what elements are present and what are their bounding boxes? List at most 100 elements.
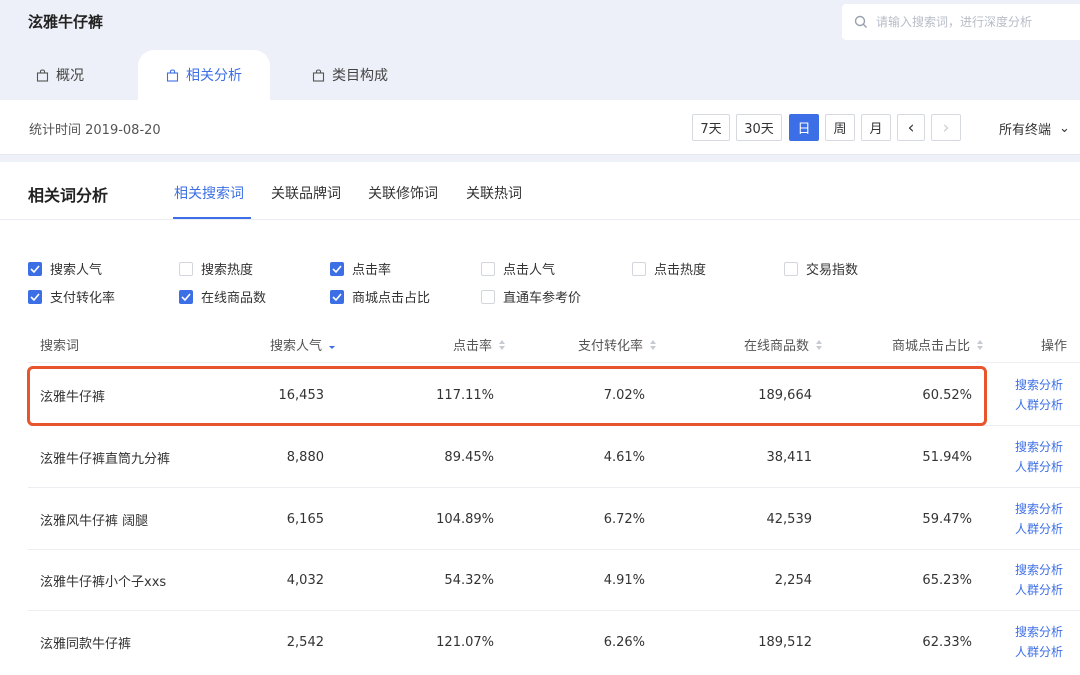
metric-label: 点击人气 xyxy=(503,263,556,278)
metric-checkbox[interactable]: 搜索热度 xyxy=(179,259,253,278)
search-analysis-link[interactable]: 搜索分析 xyxy=(1015,501,1063,518)
crowd-analysis-link[interactable]: 人群分析 xyxy=(1015,582,1063,599)
subtab-brand-words[interactable]: 关联品牌词 xyxy=(271,183,341,203)
divider xyxy=(0,219,1080,220)
sort-icon xyxy=(977,339,984,350)
range-30-days-button[interactable]: 30天 xyxy=(736,114,782,141)
subtab-hot-words[interactable]: 关联热词 xyxy=(466,183,522,203)
crowd-analysis-link[interactable]: 人群分析 xyxy=(1015,521,1063,538)
search-input[interactable] xyxy=(876,15,1076,29)
bag-icon xyxy=(166,68,179,82)
tab-overview[interactable]: 概况 xyxy=(36,50,84,100)
cell-popularity: 4,032 xyxy=(286,572,324,588)
terminal-select[interactable]: 所有终端 ⌄ xyxy=(999,119,1070,138)
sort-icon xyxy=(816,339,823,350)
metric-label: 点击率 xyxy=(352,263,392,278)
divider xyxy=(28,362,1080,363)
month-button[interactable]: 月 xyxy=(861,114,891,141)
week-button[interactable]: 周 xyxy=(825,114,855,141)
sort-icon xyxy=(650,339,657,350)
tab-label: 类目构成 xyxy=(332,68,388,84)
metric-label: 点击热度 xyxy=(654,263,707,278)
terminal-label: 所有终端 xyxy=(999,123,1052,138)
search-analysis-link[interactable]: 搜索分析 xyxy=(1015,377,1063,394)
column-header-popularity[interactable]: 搜索人气 xyxy=(270,335,336,354)
table-row: 泫雅牛仔裤 16,453 117.11% 7.02% 189,664 60.52… xyxy=(28,364,1080,426)
checkbox-checked-icon xyxy=(28,261,42,276)
cell-online-items: 189,664 xyxy=(758,387,812,403)
checkbox-empty-icon xyxy=(784,261,798,276)
search-analysis-link[interactable]: 搜索分析 xyxy=(1015,562,1063,579)
checkbox-empty-icon xyxy=(481,289,495,304)
stat-time: 统计时间 2019-08-20 xyxy=(29,123,161,138)
cell-ctr: 121.07% xyxy=(436,634,494,650)
column-header-mall-ratio[interactable]: 商城点击占比 xyxy=(892,335,984,354)
checkbox-empty-icon xyxy=(632,261,646,276)
row-actions: 搜索分析 人群分析 xyxy=(1015,488,1063,550)
cell-mall-ratio: 59.47% xyxy=(922,511,972,527)
cell-term: 泫雅牛仔裤直筒九分裤 xyxy=(40,451,171,467)
metric-checkbox[interactable]: 搜索人气 xyxy=(28,259,102,278)
metric-checkbox[interactable]: 商城点击占比 xyxy=(330,287,430,306)
cell-ctr: 117.11% xyxy=(436,387,494,403)
metric-label: 搜索热度 xyxy=(201,263,254,278)
subtab-related-search-words[interactable]: 相关搜索词 xyxy=(174,183,244,203)
day-button[interactable]: 日 xyxy=(789,114,819,141)
cell-term: 泫雅同款牛仔裤 xyxy=(40,636,132,652)
metric-checkbox[interactable]: 点击人气 xyxy=(481,259,555,278)
crowd-analysis-link[interactable]: 人群分析 xyxy=(1015,397,1063,414)
date-toolbar: 统计时间 2019-08-20 7天 30天 日 周 月 ‹ › 所有终端 ⌄ xyxy=(0,100,1080,155)
tab-related-analysis[interactable]: 相关分析 xyxy=(138,50,270,100)
table-row: 泫雅同款牛仔裤 2,542 121.07% 6.26% 189,512 62.3… xyxy=(28,611,1080,673)
crowd-analysis-link[interactable]: 人群分析 xyxy=(1015,644,1063,661)
cell-term: 泫雅风牛仔裤 阔腿 xyxy=(40,513,149,529)
search-analysis-link[interactable]: 搜索分析 xyxy=(1015,439,1063,456)
metric-checkbox[interactable]: 交易指数 xyxy=(784,259,858,278)
page-title: 泫雅牛仔裤 xyxy=(28,13,104,31)
cell-online-items: 38,411 xyxy=(766,449,813,465)
metric-checkbox[interactable]: 点击率 xyxy=(330,259,391,278)
search-analysis-link[interactable]: 搜索分析 xyxy=(1015,624,1063,641)
metric-checkbox[interactable]: 点击热度 xyxy=(632,259,706,278)
next-date-button[interactable]: › xyxy=(931,114,961,141)
row-actions: 搜索分析 人群分析 xyxy=(1015,364,1063,426)
tab-label: 概况 xyxy=(56,68,84,84)
search-icon xyxy=(854,15,867,28)
subtab-modifier-words[interactable]: 关联修饰词 xyxy=(368,183,438,203)
checkbox-checked-icon xyxy=(330,289,344,304)
chevron-down-icon: ⌄ xyxy=(1059,121,1070,136)
column-header-online-items[interactable]: 在线商品数 xyxy=(744,335,823,354)
checkbox-empty-icon xyxy=(179,261,193,276)
bag-icon xyxy=(312,68,325,82)
cell-online-items: 42,539 xyxy=(766,511,813,527)
crowd-analysis-link[interactable]: 人群分析 xyxy=(1015,459,1063,476)
table-row: 泫雅牛仔裤直筒九分裤 8,880 89.45% 4.61% 38,411 51.… xyxy=(28,426,1080,488)
column-header-ctr[interactable]: 点击率 xyxy=(453,335,506,354)
column-header-term: 搜索词 xyxy=(40,339,80,354)
cell-popularity: 2,542 xyxy=(286,634,324,650)
column-header-actions: 操作 xyxy=(1041,339,1068,354)
row-actions: 搜索分析 人群分析 xyxy=(1015,611,1063,673)
cell-ctr: 104.89% xyxy=(436,511,494,527)
sort-icon xyxy=(499,339,506,350)
metric-checkbox[interactable]: 在线商品数 xyxy=(179,287,266,306)
bag-icon xyxy=(36,68,49,82)
metric-label: 交易指数 xyxy=(806,263,859,278)
cell-conversion: 6.72% xyxy=(603,511,645,527)
search-box[interactable] xyxy=(842,4,1080,40)
row-actions: 搜索分析 人群分析 xyxy=(1015,426,1063,488)
cell-conversion: 7.02% xyxy=(603,387,645,403)
metric-checkbox[interactable]: 直通车参考价 xyxy=(481,287,581,306)
sort-desc-icon xyxy=(329,345,336,349)
range-7-days-button[interactable]: 7天 xyxy=(692,114,730,141)
tab-category-composition[interactable]: 类目构成 xyxy=(312,50,388,100)
cell-mall-ratio: 62.33% xyxy=(922,634,972,650)
header: 泫雅牛仔裤 概况 相关分析 类目构成 xyxy=(0,0,1080,100)
cell-online-items: 189,512 xyxy=(758,634,812,650)
prev-date-button[interactable]: ‹ xyxy=(897,114,925,141)
cell-ctr: 89.45% xyxy=(444,449,494,465)
column-header-conversion[interactable]: 支付转化率 xyxy=(578,335,657,354)
metric-checkbox[interactable]: 支付转化率 xyxy=(28,287,115,306)
cell-term: 泫雅牛仔裤 xyxy=(40,389,106,405)
checkbox-empty-icon xyxy=(481,261,495,276)
